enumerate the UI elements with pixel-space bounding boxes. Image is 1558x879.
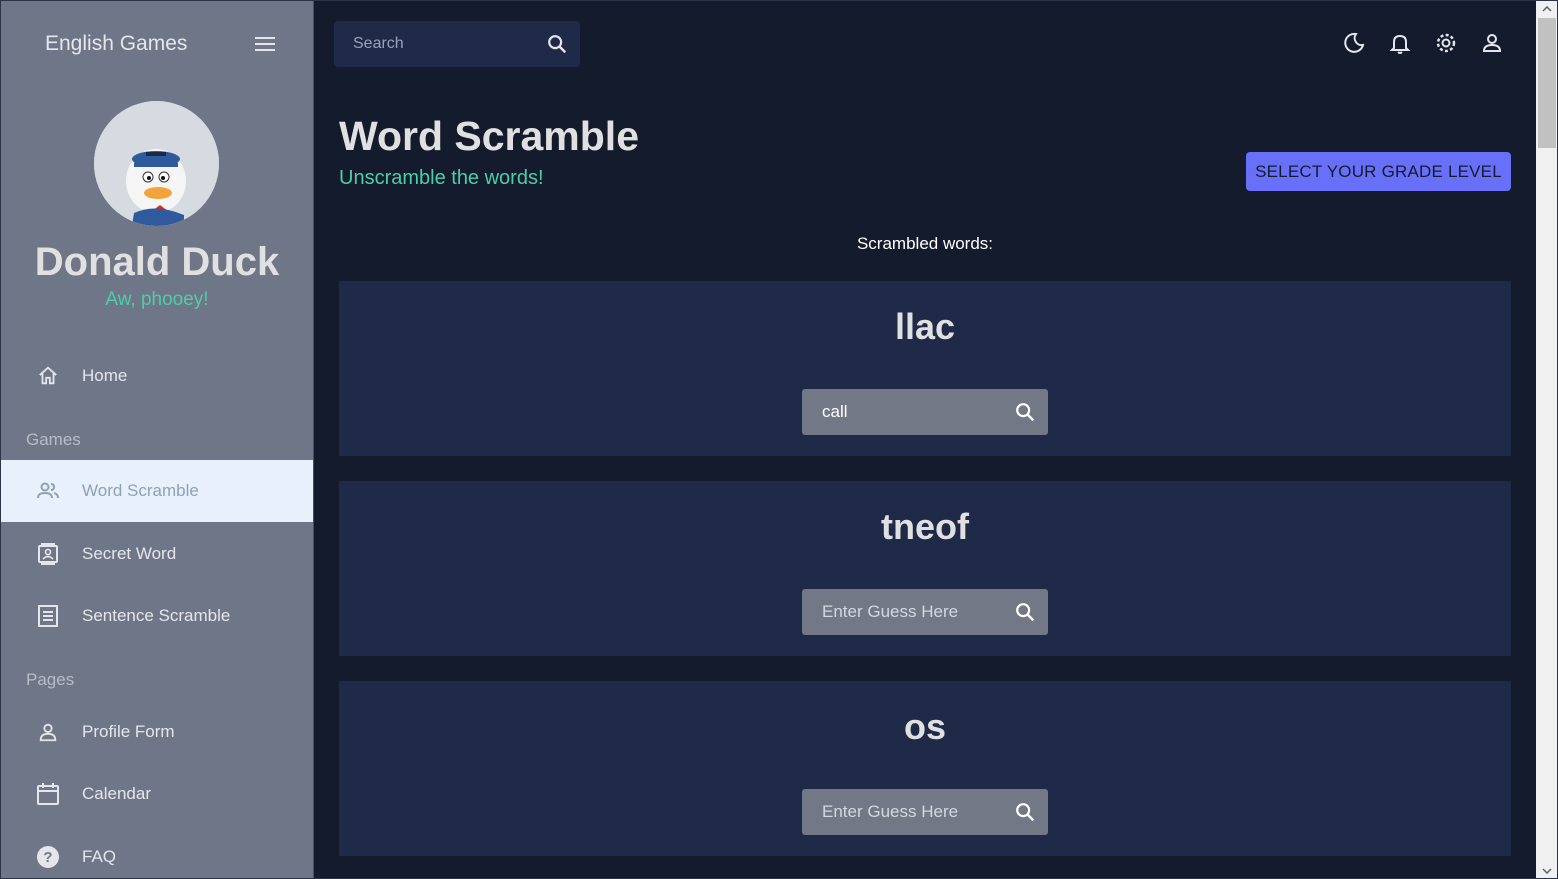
profile-name: Donald Duck (34, 240, 280, 284)
word-card: tneof (339, 481, 1511, 656)
guess-field (802, 789, 1048, 835)
guess-field (802, 389, 1048, 435)
search-icon[interactable] (1014, 601, 1036, 623)
search-input[interactable] (334, 35, 534, 53)
topbar-icons (1342, 31, 1504, 55)
guess-input[interactable] (802, 802, 1002, 822)
search-icon[interactable] (1014, 801, 1036, 823)
scrambled-word: tneof (881, 506, 969, 547)
sidebar-item-sentence-scramble[interactable]: Sentence Scramble (0, 585, 313, 647)
sidebar-item-word-scramble[interactable]: Word Scramble (0, 460, 313, 522)
sidebar-item-secret-word[interactable]: Secret Word (0, 523, 313, 585)
page-scrollbar[interactable] (1536, 0, 1558, 879)
dark-mode-icon[interactable] (1342, 31, 1366, 55)
donald-duck-avatar-icon (94, 101, 219, 226)
sidebar-item-label: Profile Form (82, 722, 175, 741)
person-icon (36, 720, 60, 744)
scrambled-word: llac (894, 306, 956, 347)
section-label-pages: Pages (26, 670, 75, 689)
sidebar-item-label: Home (82, 366, 128, 385)
scrambled-words-label: Scrambled words: (856, 234, 994, 253)
receipt-icon (36, 604, 60, 628)
page-title: Word Scramble (339, 113, 639, 159)
sidebar-item-label: Word Scramble (82, 481, 199, 500)
scrambled-word: os (903, 706, 946, 747)
sidebar-item-label: Sentence Scramble (82, 606, 231, 625)
scrollbar-thumb[interactable] (1538, 18, 1556, 148)
notifications-icon[interactable] (1388, 31, 1412, 55)
page-subtitle: Unscramble the words! (339, 167, 544, 189)
sidebar: English Games Donald Duck Aw, phooey! Ho… (0, 0, 314, 879)
scroll-down-arrow-icon[interactable] (1536, 862, 1558, 879)
search-icon[interactable] (1014, 401, 1036, 423)
sidebar-item-label: FAQ (82, 847, 117, 866)
guess-input[interactable] (802, 602, 1002, 622)
scroll-up-arrow-icon[interactable] (1536, 0, 1558, 17)
sidebar-item-calendar[interactable]: Calendar (0, 763, 313, 825)
word-card: llac (339, 281, 1511, 456)
section-label-games: Games (26, 430, 81, 449)
profile-tagline: Aw, phooey! (105, 289, 209, 310)
account-icon[interactable] (1480, 31, 1504, 55)
home-icon (36, 364, 60, 388)
search-bar (334, 21, 580, 67)
sidebar-item-label: Calendar (82, 784, 151, 803)
sidebar-item-label: Secret Word (82, 544, 177, 563)
svg-text:?: ? (43, 849, 52, 866)
sidebar-item-home[interactable]: Home (0, 345, 313, 407)
guess-field (802, 589, 1048, 635)
select-grade-level-button[interactable]: SELECT YOUR GRADE LEVEL (1246, 152, 1511, 191)
sidebar-item-profile-form[interactable]: Profile Form (0, 701, 313, 763)
app-title: English Games (45, 32, 188, 55)
contact-card-icon (36, 542, 60, 566)
calendar-icon (36, 782, 60, 806)
avatar (94, 101, 219, 226)
people-icon (36, 479, 60, 503)
settings-icon[interactable] (1434, 31, 1458, 55)
sidebar-item-faq[interactable]: ? FAQ (0, 826, 313, 879)
menu-icon[interactable] (254, 34, 276, 54)
word-card: os (339, 681, 1511, 856)
guess-input[interactable] (802, 402, 1002, 422)
search-icon[interactable] (546, 33, 568, 55)
help-icon: ? (36, 845, 60, 869)
